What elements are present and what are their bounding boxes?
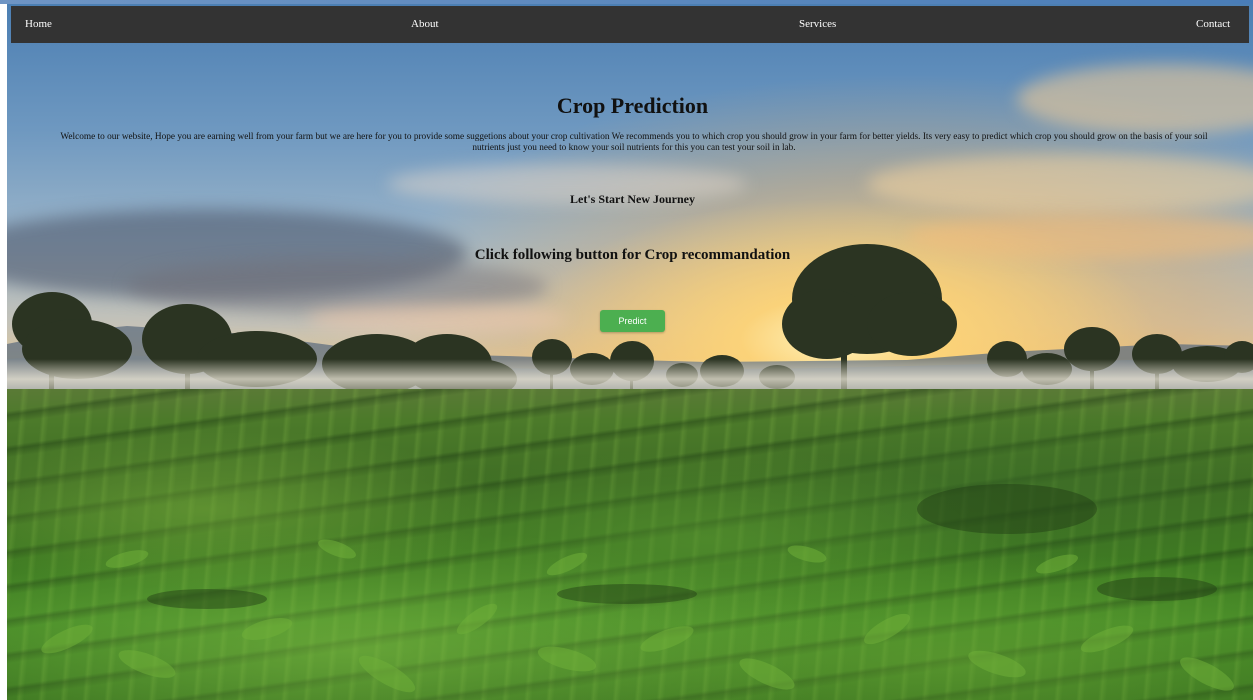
recommendation-prompt: Click following button for Crop recomman… (474, 247, 791, 263)
journey-heading: Let's Start New Journey (570, 192, 695, 206)
page-title: Crop Prediction (556, 93, 709, 118)
predict-button[interactable]: Predict (600, 310, 665, 332)
hero-section: Crop Prediction Welcome to our website, … (0, 0, 1253, 700)
page: Home About Services Contact Crop Predict… (0, 0, 1253, 700)
intro-paragraph: Welcome to our website, Hope you are ear… (60, 132, 1208, 153)
